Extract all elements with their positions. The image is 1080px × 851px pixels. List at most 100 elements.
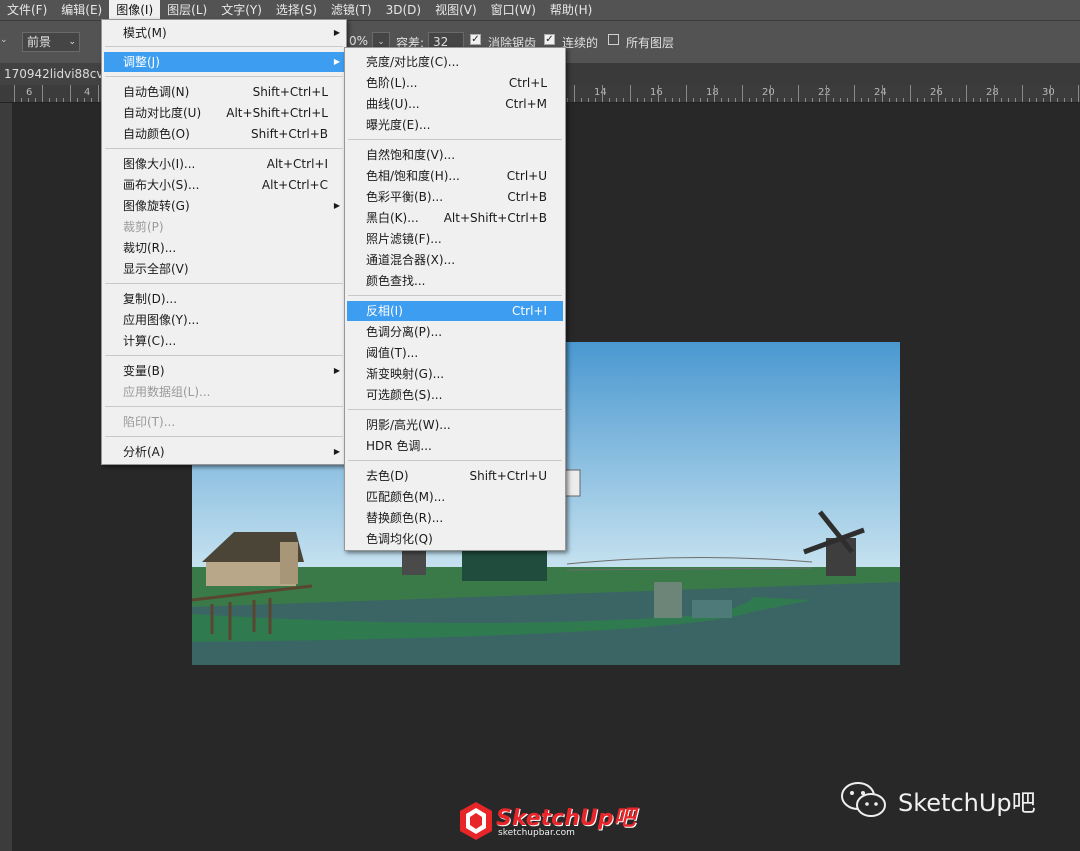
sketchup-logo: SketchUp吧 sketchupbar.com: [458, 800, 635, 847]
ruler-tick: [623, 98, 624, 102]
menu-item-equalize[interactable]: 色调均化(Q): [347, 529, 563, 549]
ruler-tick: [1043, 98, 1044, 102]
menu-item-reveal-all[interactable]: 显示全部(V): [104, 259, 344, 279]
ruler-tick: [567, 98, 568, 102]
ruler-tick: [840, 98, 841, 102]
menu-item-selective-color[interactable]: 可选颜色(S)...: [347, 385, 563, 405]
menu-item-canvas-size[interactable]: 画布大小(S)... Alt+Ctrl+C: [104, 175, 344, 195]
menu-item-black-white[interactable]: 黑白(K)... Alt+Shift+Ctrl+B: [347, 208, 563, 228]
menu-divider: [105, 355, 343, 356]
ruler-label: 14: [594, 87, 607, 98]
contiguous-checkbox[interactable]: ✓: [544, 34, 555, 45]
ruler-tick: [763, 98, 764, 102]
menu-filter[interactable]: 滤镜(T): [324, 0, 379, 20]
menu-item-photo-filter[interactable]: 照片滤镜(F)...: [347, 229, 563, 249]
menu-item-adjustments[interactable]: 调整(J) ▶: [104, 52, 344, 72]
ruler-tick: [602, 85, 603, 102]
menu-item-image-size[interactable]: 图像大小(I)... Alt+Ctrl+I: [104, 154, 344, 174]
menu-item-analysis[interactable]: 分析(A) ▶: [104, 442, 344, 462]
ruler-tick: [679, 98, 680, 102]
wechat-icon: [841, 782, 886, 817]
ruler-tick: [945, 98, 946, 102]
all-layers-checkbox[interactable]: [608, 34, 619, 45]
menu-item-levels[interactable]: 色阶(L)... Ctrl+L: [347, 73, 563, 93]
menu-item-variables[interactable]: 变量(B) ▶: [104, 361, 344, 381]
menu-item-match-color[interactable]: 匹配颜色(M)...: [347, 487, 563, 507]
ruler-tick: [931, 98, 932, 102]
menu-layer[interactable]: 图层(L): [160, 0, 214, 20]
ruler-tick: [588, 98, 589, 102]
chevron-down-icon[interactable]: ⌄: [0, 35, 8, 45]
menu-item-replace-color[interactable]: 替换颜色(R)...: [347, 508, 563, 528]
fill-preset-select[interactable]: 前景 ⌄: [22, 32, 80, 52]
ruler-tick: [749, 98, 750, 102]
ruler-tick: [91, 98, 92, 102]
menu-divider: [348, 409, 562, 410]
ruler-tick: [35, 98, 36, 102]
menu-item-hue-saturation[interactable]: 色相/饱和度(H)... Ctrl+U: [347, 166, 563, 186]
menu-item-color-lookup[interactable]: 颜色查找...: [347, 271, 563, 291]
menu-item-calculations[interactable]: 计算(C)...: [104, 331, 344, 351]
watermark-text: SketchUp吧: [898, 788, 1036, 817]
menu-item-hdr-toning[interactable]: HDR 色调...: [347, 436, 563, 456]
arrow-right-icon: ▶: [333, 57, 340, 66]
ruler-tick: [854, 85, 855, 102]
opacity-value[interactable]: 0%: [349, 34, 368, 48]
menu-item-exposure[interactable]: 曝光度(E)...: [347, 115, 563, 135]
arrow-right-icon: ▶: [333, 201, 340, 210]
ruler-tick: [910, 85, 911, 102]
menu-image[interactable]: 图像(I): [109, 0, 161, 20]
menu-item-color-balance[interactable]: 色彩平衡(B)... Ctrl+B: [347, 187, 563, 207]
menu-bar: 文件(F) 编辑(E) 图像(I) 图层(L) 文字(Y) 选择(S) 滤镜(T…: [0, 0, 1080, 20]
menu-item-duplicate[interactable]: 复制(D)...: [104, 289, 344, 309]
menu-item-gradient-map[interactable]: 渐变映射(G)...: [347, 364, 563, 384]
menu-item-trim[interactable]: 裁切(R)...: [104, 238, 344, 258]
menu-item-apply-image[interactable]: 应用图像(Y)...: [104, 310, 344, 330]
menu-item-auto-tone[interactable]: 自动色调(N) Shift+Ctrl+L: [104, 82, 344, 102]
menu-help[interactable]: 帮助(H): [543, 0, 599, 20]
menu-view[interactable]: 视图(V): [428, 0, 484, 20]
menu-file[interactable]: 文件(F): [0, 0, 54, 20]
ruler-tick: [847, 98, 848, 102]
menu-divider: [105, 148, 343, 149]
menu-window[interactable]: 窗口(W): [484, 0, 543, 20]
menu-type[interactable]: 文字(Y): [214, 0, 269, 20]
ruler-tick: [56, 98, 57, 102]
menu-item-channel-mixer[interactable]: 通道混合器(X)...: [347, 250, 563, 270]
menu-item-desaturate[interactable]: 去色(D) Shift+Ctrl+U: [347, 466, 563, 486]
document-tab[interactable]: 170942lidvi88cvd: [0, 63, 108, 85]
ruler-tick: [658, 85, 659, 102]
ruler-tick: [1071, 98, 1072, 102]
menu-item-image-rotation[interactable]: 图像旋转(G) ▶: [104, 196, 344, 216]
ruler-tick: [980, 98, 981, 102]
menu-item-curves[interactable]: 曲线(U)... Ctrl+M: [347, 94, 563, 114]
menu-item-brightness-contrast[interactable]: 亮度/对比度(C)...: [347, 52, 563, 72]
menu-item-auto-color[interactable]: 自动颜色(O) Shift+Ctrl+B: [104, 124, 344, 144]
menu-divider: [105, 283, 343, 284]
ruler-tick: [721, 98, 722, 102]
ruler-tick: [651, 98, 652, 102]
menu-item-auto-contrast[interactable]: 自动对比度(U) Alt+Shift+Ctrl+L: [104, 103, 344, 123]
ruler-tick: [14, 85, 15, 102]
ruler-tick: [861, 98, 862, 102]
ruler-label: 26: [930, 87, 943, 98]
ruler-tick: [581, 98, 582, 102]
menu-item-invert[interactable]: 反相(I) Ctrl+I: [347, 301, 563, 321]
ruler-label: 28: [986, 87, 999, 98]
menu-3d[interactable]: 3D(D): [379, 0, 428, 20]
antialias-checkbox[interactable]: ✓: [470, 34, 481, 45]
ruler-tick: [938, 85, 939, 102]
menu-edit[interactable]: 编辑(E): [54, 0, 109, 20]
ruler-tick: [819, 98, 820, 102]
ruler-tick: [63, 98, 64, 102]
menu-select[interactable]: 选择(S): [269, 0, 324, 20]
menu-item-posterize[interactable]: 色调分离(P)...: [347, 322, 563, 342]
menu-divider: [105, 436, 343, 437]
menu-item-mode[interactable]: 模式(M) ▶: [104, 23, 344, 43]
ruler-tick: [959, 98, 960, 102]
ruler-tick: [784, 98, 785, 102]
menu-item-shadows-highlights[interactable]: 阴影/高光(W)...: [347, 415, 563, 435]
menu-item-vibrance[interactable]: 自然饱和度(V)...: [347, 145, 563, 165]
menu-item-threshold[interactable]: 阈值(T)...: [347, 343, 563, 363]
ruler-tick: [882, 85, 883, 102]
